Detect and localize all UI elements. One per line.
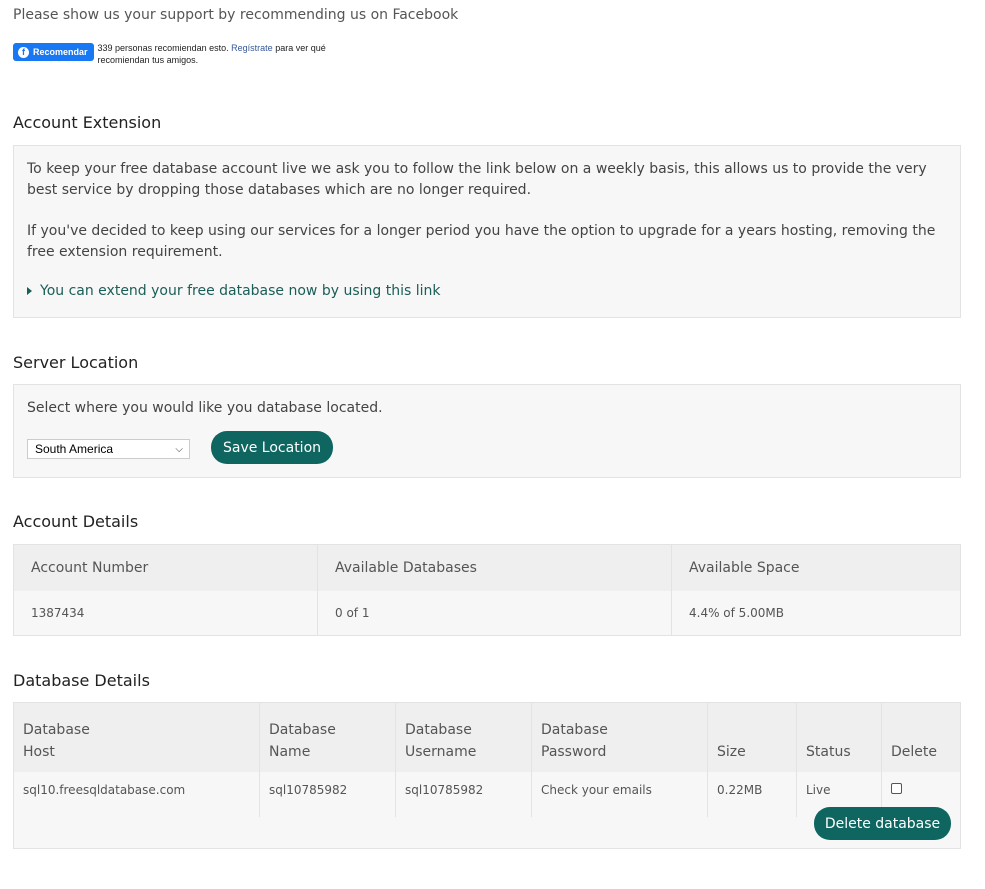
header-account-number: Account Number <box>14 545 318 591</box>
database-password-value: Check your emails <box>531 772 708 817</box>
database-size-value: 0.22MB <box>707 772 797 817</box>
database-name-value: sql10785982 <box>259 772 396 817</box>
account-details-table: Account Number Available Databases Avail… <box>14 545 960 635</box>
facebook-recommend-button[interactable]: f Recomendar <box>13 43 94 61</box>
extend-database-link-label: You can extend your free database now by… <box>40 283 441 299</box>
database-username-value: sql10785982 <box>395 772 532 817</box>
extension-paragraph-1: To keep your free database account live … <box>27 161 927 198</box>
account-number-value: 1387434 <box>14 591 318 635</box>
database-header-row: Database Host Database Name Database Use… <box>14 703 960 772</box>
facebook-icon: f <box>18 46 29 58</box>
database-details-table: Database Host Database Name Database Use… <box>14 703 960 817</box>
available-space-value: 4.4% of 5.00MB <box>689 606 784 620</box>
delete-checkbox[interactable] <box>891 783 902 794</box>
header-delete: Delete <box>881 703 960 772</box>
account-details-heading: Account Details <box>13 512 139 531</box>
account-details-panel: Account Number Available Databases Avail… <box>13 544 961 636</box>
header-database-password: Database Password <box>531 703 708 772</box>
delete-database-button[interactable]: Delete database <box>814 807 951 840</box>
server-location-select[interactable]: South America ⌵ <box>27 439 190 459</box>
header-available-space: Available Space <box>671 545 960 591</box>
facebook-count-text: 339 personas recomiendan esto. Regístrat… <box>98 42 338 66</box>
facebook-count: 339 personas recomiendan esto. <box>97 43 229 53</box>
database-details-panel: Database Host Database Name Database Use… <box>13 702 961 849</box>
database-host-value: sql10.freesqldatabase.com <box>14 772 260 817</box>
save-location-button[interactable]: Save Location <box>211 431 333 464</box>
server-location-prompt: Select where you would like you database… <box>27 400 383 416</box>
table-row: sql10.freesqldatabase.com sql10785982 sq… <box>14 772 960 817</box>
chevron-down-icon: ⌵ <box>175 444 183 455</box>
extension-paragraph-2: If you've decided to keep using our serv… <box>27 223 936 260</box>
caret-right-icon <box>27 287 32 295</box>
header-available-databases: Available Databases <box>317 545 672 591</box>
table-row: 1387434 0 of 1 4.4% of 5.00MB <box>14 591 960 635</box>
header-database-name: Database Name <box>259 703 396 772</box>
header-status: Status <box>796 703 882 772</box>
facebook-register-link[interactable]: Regístrate <box>231 43 273 53</box>
header-database-host: Database Host <box>14 703 260 772</box>
account-extension-heading: Account Extension <box>13 113 162 132</box>
extend-database-link[interactable]: You can extend your free database now by… <box>27 283 947 299</box>
header-database-username: Database Username <box>395 703 532 772</box>
server-location-selected: South America <box>35 442 114 456</box>
support-text: Please show us your support by recommend… <box>13 7 459 23</box>
available-databases-value: 0 of 1 <box>317 591 672 635</box>
account-extension-panel: To keep your free database account live … <box>13 145 961 318</box>
facebook-recommend-label: Recomendar <box>33 47 88 57</box>
server-location-heading: Server Location <box>13 353 139 372</box>
facebook-widget: f Recomendar 339 personas recomiendan es… <box>13 43 338 66</box>
database-details-heading: Database Details <box>13 671 150 690</box>
header-size: Size <box>707 703 797 772</box>
server-location-panel: Select where you would like you database… <box>13 384 961 478</box>
account-header-row: Account Number Available Databases Avail… <box>14 545 960 591</box>
